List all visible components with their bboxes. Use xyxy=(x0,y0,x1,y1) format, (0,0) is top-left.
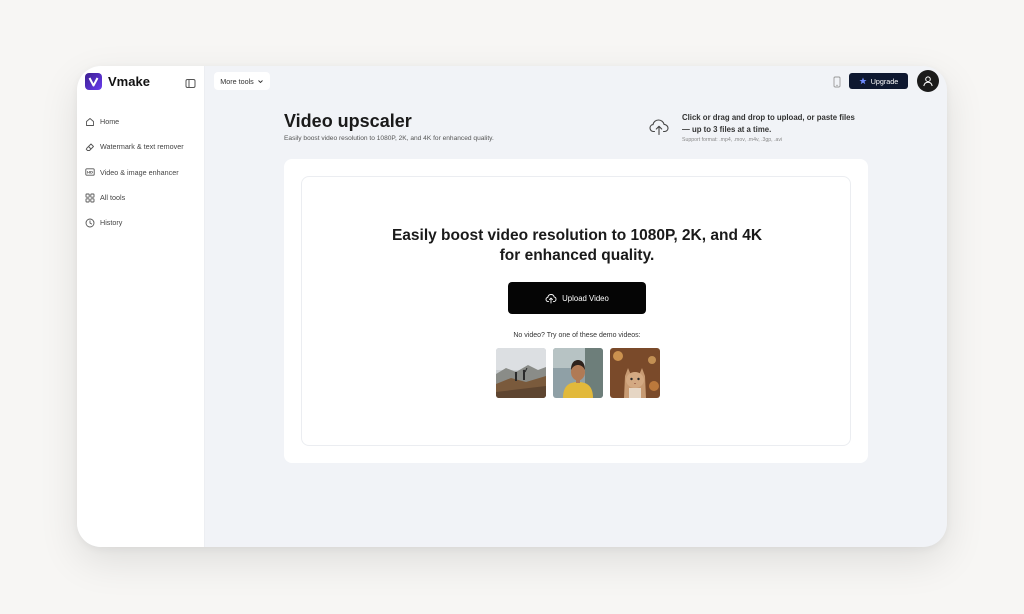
sidebar-item-label: Home xyxy=(100,117,120,127)
upload-drop-hint[interactable]: Click or drag and drop to upload, or pas… xyxy=(639,106,867,152)
vmake-logo-icon xyxy=(85,73,102,90)
chevron-down-icon xyxy=(257,79,263,83)
sidebar-item-history[interactable]: History xyxy=(85,210,197,235)
demo-cat-thumbnail xyxy=(610,348,660,398)
upload-video-label: Upload Video xyxy=(562,293,609,303)
sidebar-item-label: Watermark & text remover xyxy=(100,142,184,152)
demo-hikers-thumbnail xyxy=(496,348,546,398)
hero-heading: Easily boost video resolution to 1080P, … xyxy=(302,226,852,266)
main-card: Easily boost video resolution to 1080P, … xyxy=(284,159,868,463)
demo-person-thumbnail xyxy=(553,348,603,398)
sidebar-item-label: History xyxy=(100,218,123,228)
sidebar-collapse-icon[interactable] xyxy=(185,76,196,88)
sidebar-item-watermark-remover[interactable]: Watermark & text remover xyxy=(85,134,197,159)
demo-caption: No video? Try one of these demo videos: xyxy=(513,332,641,339)
app-window: Vmake Home Watermark & text remover HD V… xyxy=(77,66,947,547)
page-subtitle: Easily boost video resolution to 1080P, … xyxy=(284,135,494,142)
svg-text:HD: HD xyxy=(87,171,93,175)
sidebar-item-enhancer[interactable]: HD Video & image enhancer xyxy=(85,160,197,185)
hero-line-1: Easily boost video resolution to 1080P, … xyxy=(391,227,763,244)
sidebar-item-label: All tools xyxy=(100,193,126,203)
supported-formats: Support format: .mp4, .mov, .m4v, .3gp, … xyxy=(682,137,783,143)
page-title: Video upscaler xyxy=(284,111,412,131)
upgrade-label: Upgrade xyxy=(870,76,899,86)
hero-line-2: for enhanced quality. xyxy=(499,247,655,264)
sidebar-item-label: Video & image enhancer xyxy=(100,167,179,177)
logo[interactable]: Vmake xyxy=(85,73,150,90)
upload-hint-line1: Click or drag and drop to upload, or pas… xyxy=(682,113,855,122)
more-tools-label: More tools xyxy=(220,76,254,86)
sidebar-item-all-tools[interactable]: All tools xyxy=(85,185,197,210)
demo-video-cat[interactable] xyxy=(610,348,660,398)
clock-icon xyxy=(85,218,95,228)
sidebar-item-home[interactable]: Home xyxy=(85,109,197,134)
star-icon xyxy=(859,77,867,85)
upload-hint-line2: — up to 3 files at a time. xyxy=(682,125,772,134)
sidebar: Vmake Home Watermark & text remover HD V… xyxy=(77,66,205,547)
sidebar-nav: Home Watermark & text remover HD Video &… xyxy=(85,109,197,235)
cloud-upload-icon xyxy=(545,293,557,303)
cloud-upload-icon xyxy=(649,118,669,136)
grid-icon xyxy=(85,193,95,203)
upload-video-button[interactable]: Upload Video xyxy=(508,282,646,314)
demo-video-hikers[interactable] xyxy=(496,348,546,398)
upgrade-button[interactable]: Upgrade xyxy=(849,73,908,89)
mobile-app-icon[interactable] xyxy=(832,75,842,88)
hd-icon: HD xyxy=(85,167,95,177)
avatar[interactable] xyxy=(917,70,939,92)
upload-drop-zone[interactable]: Easily boost video resolution to 1080P, … xyxy=(301,176,851,446)
eraser-icon xyxy=(85,142,95,152)
more-tools-dropdown[interactable]: More tools xyxy=(214,72,270,90)
logo-text: Vmake xyxy=(108,74,150,89)
user-icon xyxy=(923,76,933,87)
demo-video-person[interactable] xyxy=(553,348,603,398)
home-icon xyxy=(85,117,95,127)
